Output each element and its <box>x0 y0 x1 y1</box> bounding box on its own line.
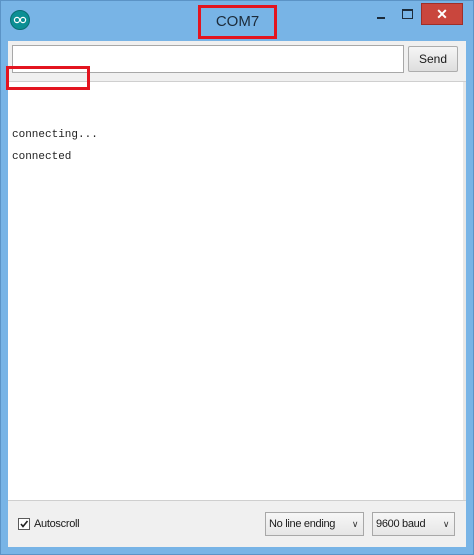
scrollbar[interactable] <box>463 82 466 500</box>
client-area: Send connecting... connected Autoscroll … <box>8 41 466 547</box>
output-line: connected <box>12 151 72 163</box>
close-button[interactable]: ✕ <box>421 3 463 25</box>
minimize-icon[interactable] <box>370 4 392 25</box>
baud-rate-select[interactable]: 9600 baud ∨ <box>372 512 455 536</box>
baud-rate-value: 9600 baud <box>376 518 426 530</box>
maximize-icon[interactable] <box>396 4 418 25</box>
line-ending-select[interactable]: No line ending ∨ <box>265 512 364 536</box>
status-row: Autoscroll No line ending ∨ 9600 baud ∨ <box>8 501 466 547</box>
autoscroll-label: Autoscroll <box>34 518 80 530</box>
close-icon: ✕ <box>436 6 448 22</box>
output-line: connecting... <box>12 129 98 141</box>
serial-monitor-window: COM7 ✕ Send connecting... connected Auto… <box>0 0 474 555</box>
autoscroll-checkbox[interactable] <box>18 518 30 530</box>
line-ending-value: No line ending <box>269 518 336 530</box>
serial-output[interactable]: connecting... connected <box>8 81 466 501</box>
arduino-icon <box>10 10 30 30</box>
chevron-down-icon: ∨ <box>442 519 450 529</box>
title-bar[interactable]: COM7 ✕ <box>1 1 473 41</box>
window-title: COM7 <box>215 13 260 30</box>
connected-highlight <box>6 66 90 90</box>
send-button[interactable]: Send <box>408 46 458 72</box>
check-icon <box>20 520 29 528</box>
title-highlight: COM7 <box>198 5 277 39</box>
chevron-down-icon: ∨ <box>351 519 359 529</box>
